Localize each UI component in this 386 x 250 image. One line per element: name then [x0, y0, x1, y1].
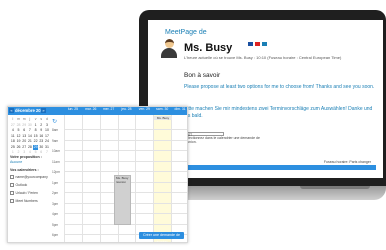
day-header[interactable]: jeu. 28 [118, 107, 136, 118]
checkbox[interactable] [10, 183, 14, 187]
time-label: 3pm [52, 201, 59, 206]
background-note: Sélectionnez dans le calendrier une dema… [184, 136, 260, 144]
prev-month-icon[interactable]: « [9, 108, 14, 113]
calendar-item-label: Meet Numbers [15, 199, 38, 203]
next-month-icon[interactable]: » [41, 108, 46, 113]
flag-icon[interactable] [255, 42, 260, 46]
avatar [159, 36, 179, 58]
week-view[interactable]: 8am 9am 10am 11am 12pm 1pm 2pm 3pm 4pm 5pm 6pm Ms.… [50, 115, 187, 242]
greeting-heading: Bon à savoir [184, 72, 221, 79]
calendar-checkbox-item[interactable]: Urlaub / Ferien [10, 190, 46, 196]
time-label: 12pm [52, 170, 60, 174]
language-flags[interactable] [248, 42, 267, 46]
time-label: 2pm [52, 191, 59, 195]
grid-line [64, 129, 187, 130]
proposition-label: Votre proposition : [10, 155, 42, 159]
time-label: 10am [52, 149, 60, 153]
user-name: Ms. Busy [184, 42, 233, 54]
calendars-label: Vos calendriers : [10, 168, 39, 172]
background-header-bar [184, 165, 376, 170]
day-header[interactable]: sam. 30 [153, 107, 171, 118]
time-label: 4pm [52, 212, 59, 216]
refresh-icon[interactable]: ↻ [52, 119, 58, 125]
grid-line [153, 115, 154, 242]
proposition-value: Aucune [10, 160, 23, 164]
flag-icon[interactable] [262, 42, 267, 46]
grid-line [64, 115, 65, 242]
time-label: 5pm [52, 222, 59, 227]
time-column: 8am 9am 10am 11am 12pm 1pm 2pm 3pm 4pm 5pm 6pm [50, 115, 64, 242]
time-label: 9am [52, 138, 59, 143]
flag-icon[interactable] [248, 42, 253, 46]
calendar-checkbox-item[interactable]: name@yourcompany [10, 174, 48, 180]
calendar-checkbox-item[interactable]: Meet Numbers [10, 198, 46, 204]
grid-line [81, 115, 83, 242]
calendar-item-label: Outlook [15, 183, 28, 187]
day-header[interactable]: mar. 26 [82, 107, 100, 118]
day-header[interactable]: mer. 27 [100, 107, 118, 118]
grid-line [135, 115, 136, 242]
grid-line [64, 160, 187, 161]
checkbox[interactable] [10, 191, 14, 195]
background-scheduler: TST Sélectionnez dans le calendrier une … [184, 110, 379, 178]
stage: MeetPage de Ms. Busy L'heure actuelle où… [0, 0, 386, 250]
message-english: Please propose at least two options for … [184, 84, 375, 90]
calendar-checkbox-item[interactable]: Outlook [10, 182, 46, 188]
day-header[interactable]: dim. 31 [171, 107, 187, 118]
time-label: 11am [52, 159, 60, 164]
background-timezone: Fuseau horaire: Paris changer [323, 160, 371, 164]
mini-calendar-day[interactable]: 7 [44, 150, 50, 156]
grid-line [99, 115, 101, 242]
grid-line [64, 171, 187, 172]
grid-line [64, 150, 187, 151]
grid-line [64, 139, 187, 140]
calendar-item-label: Urlaub / Ferien [15, 191, 38, 195]
checkbox[interactable] [10, 175, 14, 179]
day-header[interactable]: ven. 29 [135, 107, 153, 118]
time-label: 1pm [52, 180, 59, 185]
checkbox[interactable] [10, 199, 14, 203]
calendar-event[interactable]: Ms. Busy réunion [114, 175, 131, 225]
grid-line [171, 115, 172, 242]
timezone-note: L'heure actuelle où se trouve Ms. Busy :… [184, 55, 342, 60]
mini-calendar[interactable]: l m m j v s d 27 28 29 30 1 2 3 4 5 6 7 8 9 10 11 12 13 14 15 16 17… [10, 117, 50, 156]
day-header[interactable]: lun. 25 [64, 107, 82, 118]
create-meeting-button[interactable]: Créer une demande de réunion [139, 232, 184, 242]
time-label: 6pm [52, 233, 59, 237]
calendar-window: « décembre 2017 » l m m j v s d 27 28 29 30 1 2 3 4 5 6 7… [7, 106, 188, 243]
calendar-item-label: name@yourcompany [15, 175, 48, 179]
laptop-hinge [300, 186, 370, 189]
time-label: 8am [52, 128, 59, 132]
app-title: MeetPage de [165, 29, 207, 36]
